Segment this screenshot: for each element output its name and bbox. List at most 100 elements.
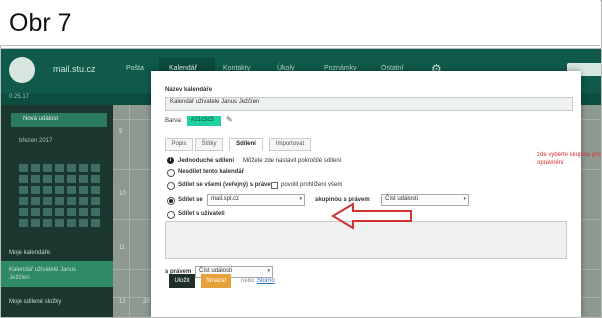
- calendar-name-input[interactable]: Kalendář uživatele Janus Ježčíen: [165, 97, 573, 111]
- mini-calendar-day[interactable]: [91, 164, 100, 172]
- tab-import[interactable]: Importovat: [269, 138, 311, 151]
- nav-item-mail[interactable]: Pošta: [126, 65, 144, 72]
- radio-share-everyone[interactable]: [167, 182, 175, 190]
- sidebar-calendar-item-label: Kalendář uživatele Janus Ježčíen: [9, 267, 77, 281]
- mini-calendar-day[interactable]: [31, 197, 40, 205]
- mini-calendar-day[interactable]: [79, 219, 88, 227]
- mini-calendar-day[interactable]: [31, 175, 40, 183]
- chevron-down-icon: ▾: [299, 196, 302, 202]
- mini-calendar-day[interactable]: [91, 197, 100, 205]
- or-text: nebo: [241, 278, 255, 284]
- figure-caption: Obr 7: [9, 9, 72, 37]
- radio-dont-share-label: Nesdílet tento kalendář: [178, 169, 245, 175]
- allow-public-label: povolit prohlížení všem: [281, 182, 343, 188]
- mini-calendar-day[interactable]: [55, 197, 64, 205]
- mini-calendar-day[interactable]: [67, 197, 76, 205]
- mini-calendar-day[interactable]: [79, 175, 88, 183]
- tab-description[interactable]: Popis: [165, 138, 193, 151]
- mini-calendar-day[interactable]: [67, 164, 76, 172]
- color-value: #21c5c5: [191, 117, 214, 123]
- mini-calendar-day[interactable]: [91, 208, 100, 216]
- site-name: mail.stu.cz: [53, 64, 96, 74]
- mini-calendar-day[interactable]: [19, 186, 28, 194]
- mini-calendar-day[interactable]: [31, 219, 40, 227]
- share-with-select[interactable]: mail.spl.cz ▾: [207, 194, 305, 206]
- info-icon: i: [167, 157, 174, 164]
- radio-dont-share[interactable]: [167, 169, 175, 177]
- mini-calendar-day[interactable]: [79, 164, 88, 172]
- new-event-button[interactable]: Nová událost: [11, 113, 107, 127]
- delete-button[interactable]: Smazat: [201, 274, 231, 288]
- mini-calendar-day[interactable]: [67, 175, 76, 183]
- mini-calendar-day[interactable]: [31, 164, 40, 172]
- mini-calendar-day[interactable]: [55, 219, 64, 227]
- mini-calendar-day[interactable]: [79, 197, 88, 205]
- radio-share-user-label: Sdílet s uživateli: [178, 211, 225, 217]
- week-number: 9: [119, 129, 123, 135]
- sidebar-calendar-item[interactable]: Kalendář uživatele Janus Ježčíen: [1, 261, 113, 287]
- mini-calendar-day[interactable]: [67, 186, 76, 194]
- mini-calendar-month: březen 2017: [19, 138, 53, 144]
- figure-caption-box: Obr 7: [0, 0, 600, 46]
- week-number: 11: [119, 245, 126, 251]
- name-label: Název kalendáře: [165, 87, 213, 93]
- mini-calendar-day[interactable]: [19, 197, 28, 205]
- radio-share-user[interactable]: [167, 211, 175, 219]
- mini-calendar-day[interactable]: [55, 208, 64, 216]
- color-label: Barva:: [165, 118, 183, 124]
- mini-calendar-day[interactable]: [19, 164, 28, 172]
- mini-calendar-day[interactable]: [43, 164, 52, 172]
- mini-calendar-day[interactable]: [31, 208, 40, 216]
- week-number: 12: [119, 299, 126, 305]
- mini-calendar-day[interactable]: [43, 186, 52, 194]
- mini-calendar-day[interactable]: [43, 197, 52, 205]
- mini-calendar-day[interactable]: [79, 186, 88, 194]
- mini-calendar-day[interactable]: [91, 186, 100, 194]
- mini-calendar-day[interactable]: [43, 208, 52, 216]
- mini-calendar-day[interactable]: [91, 175, 100, 183]
- share-with-value: mail.spl.cz: [211, 196, 240, 202]
- allow-public-checkbox[interactable]: [271, 182, 278, 189]
- mini-calendar-day: [91, 153, 100, 161]
- sidebar: Nová událost březen 2017 Moje kalendáře …: [1, 105, 113, 317]
- mini-calendar-day[interactable]: [79, 208, 88, 216]
- pencil-icon[interactable]: ✎: [226, 115, 233, 124]
- annotation-arrow-icon: [331, 202, 412, 230]
- mini-calendar-day[interactable]: [55, 186, 64, 194]
- mini-calendar-day: [67, 153, 76, 161]
- cancel-link[interactable]: Storno: [257, 278, 275, 284]
- mini-calendar-day[interactable]: [67, 219, 76, 227]
- annotation-note: zde vyberte skupinu pro sdílení a nastav…: [537, 152, 601, 166]
- radio-share-with[interactable]: [167, 197, 175, 205]
- save-button[interactable]: Uložit: [169, 274, 195, 288]
- simple-sharing-text: Můžete zde nastavit pokročilé sdílení: [243, 158, 342, 164]
- simple-sharing-label: Jednoduché sdílení: [178, 158, 235, 164]
- tab-sharing[interactable]: Sdílení: [229, 138, 263, 151]
- tab-labels[interactable]: Štítky: [195, 138, 223, 151]
- mini-calendar-day: [43, 153, 52, 161]
- mini-calendar-day[interactable]: [19, 175, 28, 183]
- sidebar-shared: Moje sdílené složky: [9, 299, 62, 305]
- mini-calendar-day[interactable]: [31, 186, 40, 194]
- mini-calendar-day[interactable]: [55, 175, 64, 183]
- radio-share-with-label: Sdílet se: [178, 197, 203, 203]
- mini-calendar-day[interactable]: [91, 219, 100, 227]
- mini-calendar-day[interactable]: [55, 164, 64, 172]
- calendar-name-value: Kalendář uživatele Janus Ježčíen: [170, 99, 260, 105]
- mini-calendar-day[interactable]: [67, 208, 76, 216]
- sidebar-my-calendars: Moje kalendáře: [9, 250, 51, 256]
- mini-calendar-day: [19, 153, 28, 161]
- mini-calendar-day[interactable]: [43, 175, 52, 183]
- mini-calendar-day[interactable]: [19, 208, 28, 216]
- annotation-arrow-shape: [331, 202, 412, 230]
- mini-calendar-day[interactable]: [19, 219, 28, 227]
- day-number[interactable]: 20: [143, 299, 150, 305]
- sub-bar-text: 0.25.17: [9, 94, 30, 100]
- color-picker[interactable]: #21c5c5: [187, 116, 221, 126]
- radio-share-everyone-label: Sdílet se všemi (veřejný) s právem: [178, 182, 277, 188]
- mini-calendar-day: [31, 153, 40, 161]
- mini-calendar-day[interactable]: [43, 219, 52, 227]
- logo-icon[interactable]: [9, 57, 35, 83]
- mini-calendar-day: [55, 153, 64, 161]
- grid-line: [129, 105, 130, 317]
